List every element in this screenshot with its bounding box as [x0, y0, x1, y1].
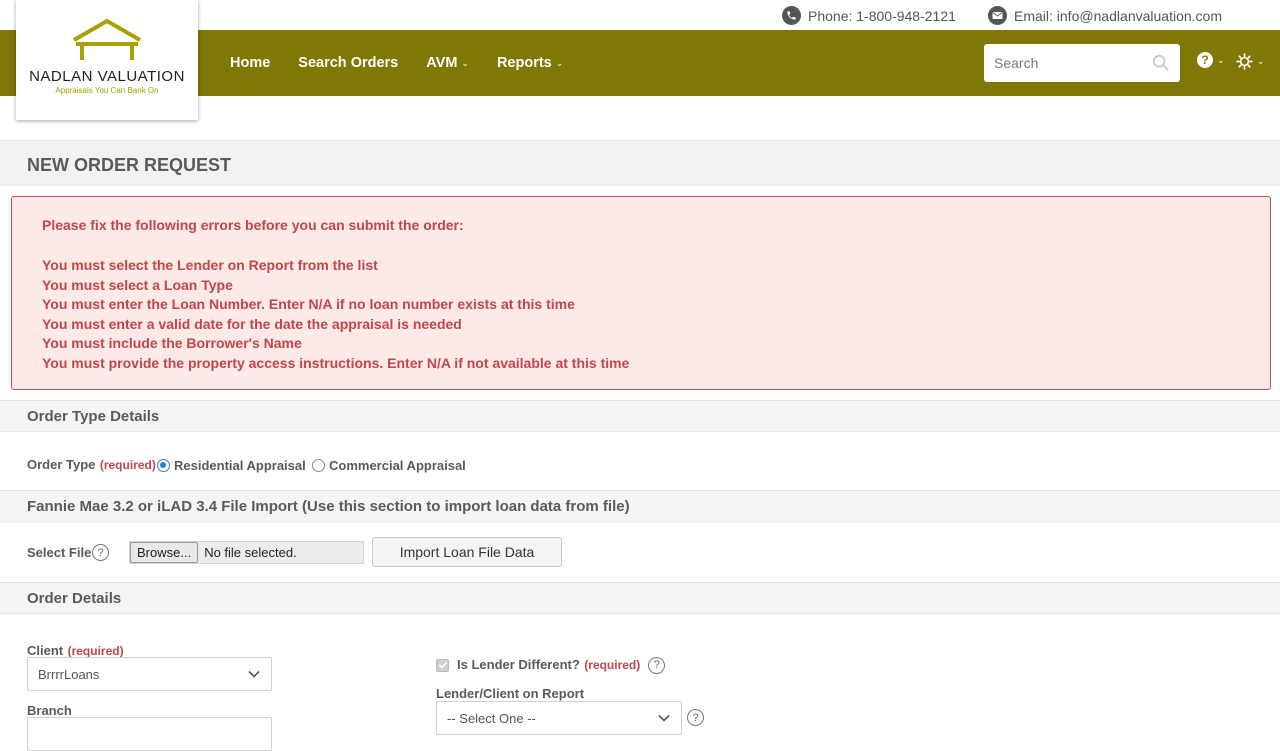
lender-different-checkbox[interactable] — [436, 658, 449, 672]
order-details-section-header: Order Details — [0, 582, 1280, 614]
brand-logo[interactable]: NADLAN VALUATION Appraisals You Can Bank… — [16, 0, 198, 120]
required-marker: (required) — [99, 458, 156, 472]
file-input[interactable]: Browse... No file selected. — [129, 541, 364, 564]
radio-label: Commercial Appraisal — [329, 458, 466, 474]
error-alert: Please fix the following errors before y… — [11, 196, 1271, 390]
error-list: You must select the Lender on Report fro… — [42, 256, 629, 374]
radio-commercial-appraisal[interactable]: Commercial Appraisal — [312, 457, 466, 475]
error-item: You must select the Lender on Report fro… — [42, 257, 378, 273]
search-icon[interactable] — [1152, 54, 1170, 72]
select-file-label: Select File — [27, 545, 92, 560]
radio-residential-appraisal[interactable]: Residential Appraisal — [157, 457, 306, 475]
chevron-down-icon: ⌄ — [461, 57, 469, 68]
lender-different-label: Is Lender Different? — [457, 657, 580, 672]
settings-menu[interactable]: ⌄ — [1236, 53, 1265, 70]
nav-menu: Home Search Orders AVM ⌄ Reports ⌄ — [230, 30, 591, 96]
order-type-label-group: Order Type (required) — [27, 456, 156, 474]
file-status: No file selected. — [204, 545, 297, 560]
nav-home-label: Home — [230, 55, 271, 71]
required-marker: (required) — [67, 644, 124, 658]
chevron-down-icon: ⌄ — [1257, 56, 1265, 66]
lender-different-row: Is Lender Different? (required) ? — [436, 656, 666, 674]
client-label: Client — [27, 643, 64, 658]
nav-search-orders-label: Search Orders — [298, 55, 399, 71]
phone-icon — [782, 6, 801, 25]
page-title: NEW ORDER REQUEST — [27, 155, 232, 175]
branch-label: Branch — [27, 703, 72, 718]
nav-search-orders[interactable]: Search Orders — [298, 55, 398, 71]
chevron-down-icon — [248, 670, 260, 678]
lender-on-report-select[interactable]: -- Select One -- — [436, 701, 682, 735]
envelope-icon — [988, 6, 1007, 25]
logo-title: NADLAN VALUATION — [29, 68, 185, 85]
phone-text: Phone: 1-800-948-2121 — [808, 7, 956, 24]
nav-reports-label: Reports — [496, 55, 552, 71]
error-item: You must enter a valid date for the date… — [42, 315, 462, 332]
house-logo-icon — [73, 18, 141, 60]
client-select-value: BrrrrLoans — [38, 666, 100, 682]
nav-avm-label: AVM — [426, 55, 458, 71]
error-item: You must provide the property access ins… — [42, 354, 630, 371]
error-item: You must enter the Loan Number. Enter N/… — [42, 296, 575, 313]
client-select[interactable]: BrrrrLoans — [27, 657, 272, 691]
file-import-section-header: Fannie Mae 3.2 or iLAD 3.4 File Import (… — [0, 490, 1280, 522]
email-text: Email: info@nadlanvaluation.com — [1014, 7, 1222, 24]
section-title: Fannie Mae 3.2 or iLAD 3.4 File Import (… — [27, 498, 630, 515]
email-contact[interactable]: Email: info@nadlanvaluation.com — [988, 6, 1222, 25]
logo-tagline: Appraisals You Can Bank On — [55, 86, 159, 95]
error-item: You must include the Borrower's Name — [42, 335, 302, 352]
help-menu[interactable]: ? ⌄ — [1197, 52, 1225, 68]
radio-checked-icon — [157, 459, 170, 473]
help-tooltip-icon[interactable]: ? — [92, 544, 109, 561]
browse-button[interactable]: Browse... — [130, 542, 199, 563]
chevron-down-icon — [658, 714, 670, 722]
chevron-down-icon: ⌄ — [555, 57, 564, 68]
search-input[interactable] — [994, 55, 1144, 71]
help-tooltip-icon[interactable]: ? — [648, 656, 666, 674]
nav-avm[interactable]: AVM ⌄ — [426, 55, 469, 71]
chevron-down-icon: ⌄ — [1217, 54, 1225, 65]
lender-on-report-label: Lender/Client on Report — [436, 686, 585, 701]
radio-label: Residential Appraisal — [174, 458, 306, 474]
radio-unchecked-icon — [312, 459, 325, 473]
search-box — [984, 44, 1180, 82]
gear-icon — [1236, 53, 1253, 70]
branch-select[interactable] — [27, 717, 272, 751]
lender-on-report-value: -- Select One -- — [447, 710, 536, 726]
error-heading: Please fix the following errors before y… — [42, 217, 464, 233]
order-type-section-header: Order Type Details — [0, 400, 1280, 432]
section-title: Order Type Details — [27, 408, 160, 425]
nav-home[interactable]: Home — [230, 55, 270, 71]
import-loan-file-button[interactable]: Import Loan File Data — [372, 537, 562, 567]
page-header: NEW ORDER REQUEST — [0, 140, 1280, 186]
help-icon: ? — [1197, 52, 1213, 68]
error-item: You must select a Loan Type — [42, 276, 233, 293]
section-title: Order Details — [27, 590, 122, 607]
required-marker: (required) — [584, 658, 641, 672]
checkmark-icon — [438, 661, 447, 669]
phone-contact[interactable]: Phone: 1-800-948-2121 — [782, 6, 956, 25]
order-type-label: Order Type — [27, 457, 96, 472]
help-tooltip-icon[interactable]: ? — [687, 709, 704, 726]
nav-reports[interactable]: Reports ⌄ — [497, 55, 563, 71]
